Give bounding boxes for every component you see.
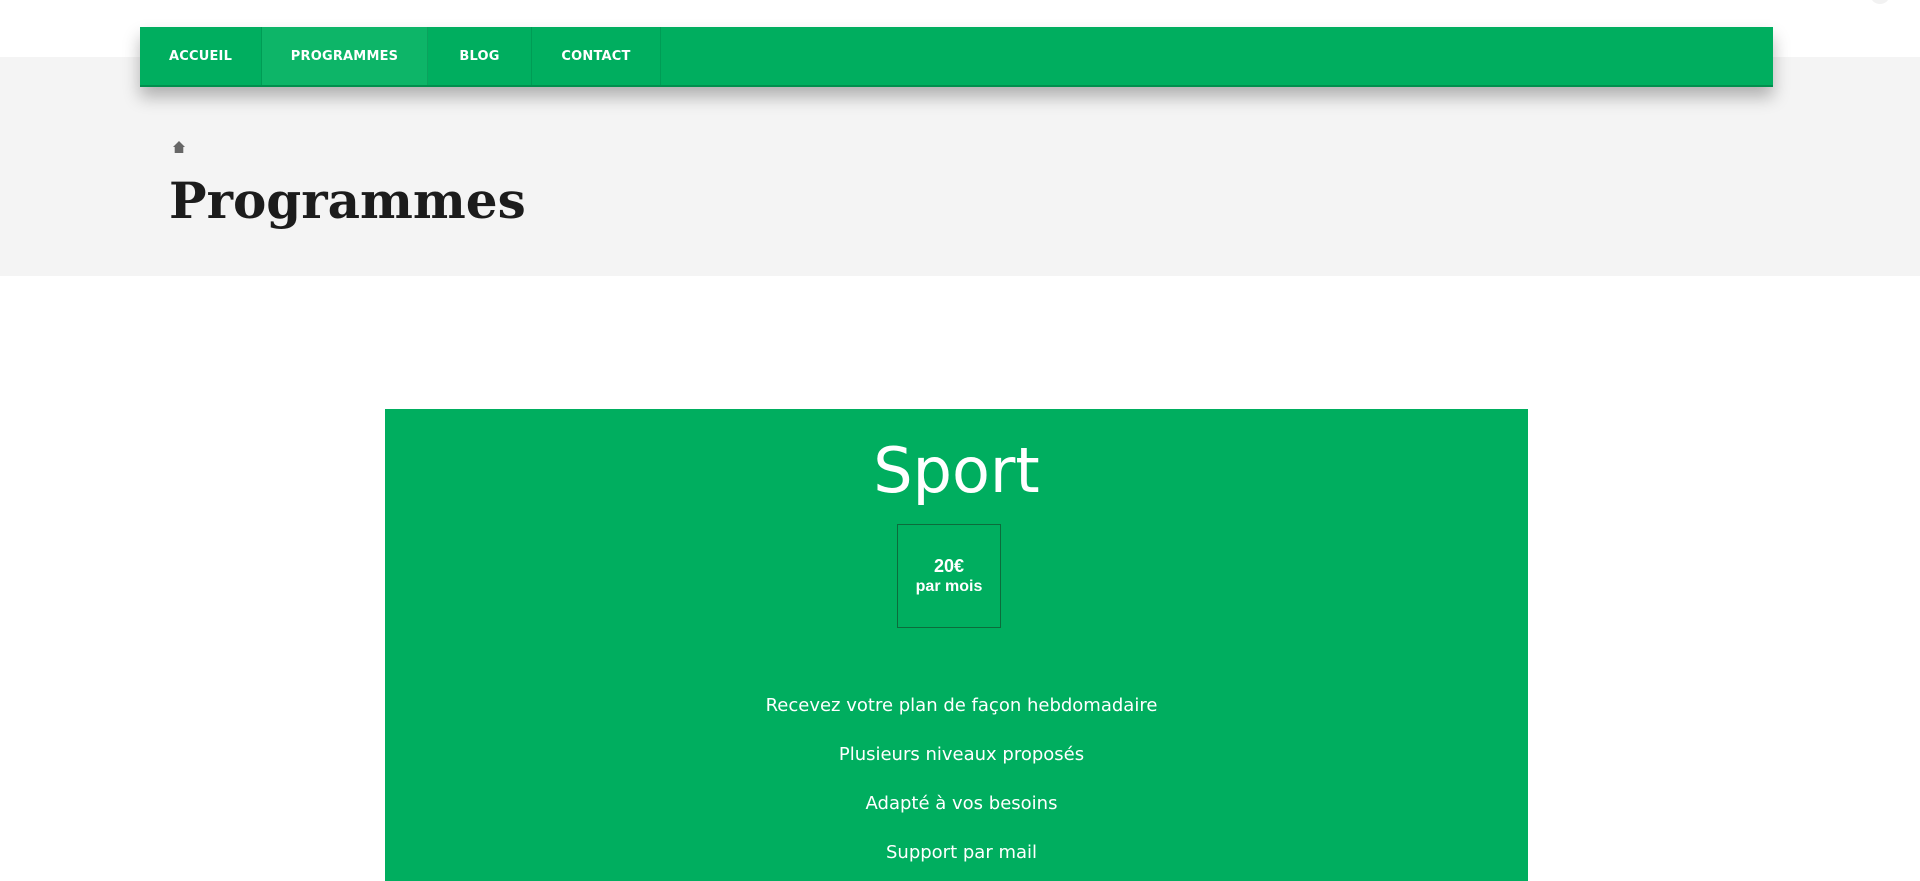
corner-decoration bbox=[1870, 0, 1890, 4]
home-icon[interactable] bbox=[172, 139, 186, 153]
page-header-band bbox=[0, 57, 1920, 276]
price-amount: 20€ bbox=[933, 556, 965, 576]
feature-item: Plusieurs niveaux proposés bbox=[838, 744, 1085, 765]
price-period: par mois bbox=[915, 578, 983, 595]
feature-item: Recevez votre plan de façon hebdomadaire bbox=[765, 695, 1158, 716]
nav-item-programmes[interactable]: PROGRAMMES bbox=[262, 27, 428, 85]
feature-list: Recevez votre plan de façon hebdomadaire… bbox=[385, 681, 1528, 877]
feature-item: Adapté à vos besoins bbox=[865, 793, 1058, 814]
feature-item: Support par mail bbox=[885, 842, 1038, 863]
nav-item-contact[interactable]: CONTACT bbox=[532, 27, 661, 85]
page-title: Programmes bbox=[169, 171, 526, 230]
pricing-card: Sport 20€ par mois Recevez votre plan de… bbox=[385, 409, 1528, 881]
plan-name: Sport bbox=[873, 434, 1040, 507]
nav-item-accueil[interactable]: ACCUEIL bbox=[140, 27, 262, 85]
main-navbar: ACCUEIL PROGRAMMES BLOG CONTACT bbox=[140, 27, 1773, 87]
price-box: 20€ par mois bbox=[897, 524, 1001, 628]
nav-item-blog[interactable]: BLOG bbox=[428, 27, 532, 85]
